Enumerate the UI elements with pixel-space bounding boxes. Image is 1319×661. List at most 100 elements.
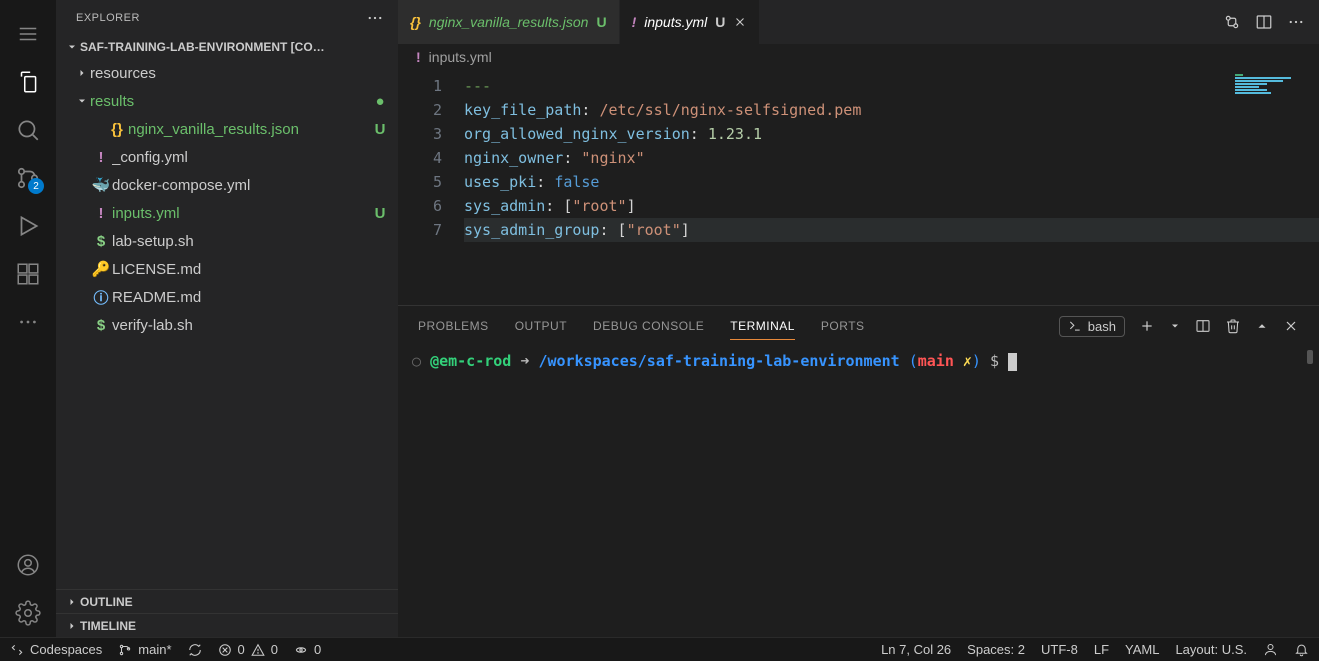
prompt-paren-open: (: [909, 352, 918, 370]
status-encoding[interactable]: UTF-8: [1041, 642, 1078, 657]
repo-section-header[interactable]: SAF-TRAINING-LAB-ENVIRONMENT [CO…: [56, 35, 398, 59]
status-lang[interactable]: YAML: [1125, 642, 1159, 657]
outline-label: OUTLINE: [80, 595, 390, 609]
folder-row[interactable]: results●: [56, 87, 398, 115]
settings-gear-icon[interactable]: [4, 589, 52, 637]
trash-icon[interactable]: [1225, 318, 1241, 334]
file-row[interactable]: $verify-lab.sh: [56, 311, 398, 339]
prompt-arrow: ➜: [520, 352, 529, 370]
timeline-section[interactable]: TIMELINE: [56, 613, 398, 637]
search-icon[interactable]: [4, 106, 52, 154]
status-spaces[interactable]: Spaces: 2: [967, 642, 1025, 657]
status-bar: Codespaces main* 0 0 0 Ln 7, Col 26 Spac…: [0, 637, 1319, 661]
terminal-scroll-indicator: [1307, 350, 1313, 364]
ports-count: 0: [314, 642, 321, 657]
file-row[interactable]: {}nginx_vanilla_results.jsonU: [56, 115, 398, 143]
compare-changes-icon[interactable]: [1223, 13, 1241, 31]
panel-tabs: PROBLEMS OUTPUT DEBUG CONSOLE TERMINAL PORTS…: [398, 306, 1319, 346]
more-icon[interactable]: [4, 298, 52, 346]
git-status: U: [596, 14, 606, 30]
prompt-user: @em-c-rod: [430, 352, 511, 370]
shell-icon: $: [90, 317, 112, 334]
new-terminal-icon[interactable]: [1139, 318, 1155, 334]
status-codespaces[interactable]: Codespaces: [10, 642, 102, 657]
code-line[interactable]: sys_admin_group: ["root"]: [464, 218, 1319, 242]
file-row[interactable]: ⓘREADME.md: [56, 283, 398, 311]
panel-tab-output[interactable]: OUTPUT: [515, 313, 567, 339]
terminal-cursor: [1008, 353, 1017, 371]
tab-label: nginx_vanilla_results.json: [429, 14, 589, 30]
code-line[interactable]: key_file_path: /etc/ssl/nginx-selfsigned…: [464, 98, 1319, 122]
status-problems[interactable]: 0 0: [218, 642, 278, 657]
panel-tab-ports[interactable]: PORTS: [821, 313, 865, 339]
status-layout[interactable]: Layout: U.S.: [1175, 642, 1247, 657]
code-line[interactable]: org_allowed_nginx_version: 1.23.1: [464, 122, 1319, 146]
file-row[interactable]: 🔑LICENSE.md: [56, 255, 398, 283]
file-row[interactable]: !inputs.ymlU: [56, 199, 398, 227]
account-icon[interactable]: [4, 541, 52, 589]
panel-tab-debug-console[interactable]: DEBUG CONSOLE: [593, 313, 704, 339]
info-icon: ⓘ: [90, 287, 112, 308]
file-tree: resourcesresults●{}nginx_vanilla_results…: [56, 59, 398, 589]
prompt-branch: main: [918, 352, 954, 370]
file-row[interactable]: $lab-setup.sh: [56, 227, 398, 255]
file-name: docker-compose.yml: [112, 177, 372, 194]
status-branch[interactable]: main*: [118, 642, 171, 657]
editor-body[interactable]: 1234567 ---key_file_path: /etc/ssl/nginx…: [398, 70, 1319, 305]
tab-label: inputs.yml: [644, 14, 707, 30]
file-name: _config.yml: [112, 149, 372, 166]
git-status: U: [372, 205, 388, 222]
sidebar-more-icon[interactable]: [366, 9, 384, 27]
terminal-dropdown-icon[interactable]: [1169, 320, 1181, 332]
status-bell-icon[interactable]: [1294, 642, 1309, 657]
split-terminal-icon[interactable]: [1195, 318, 1211, 334]
panel-tab-problems[interactable]: PROBLEMS: [418, 313, 489, 339]
shell-name: bash: [1088, 319, 1116, 334]
terminal-shell-selector[interactable]: bash: [1059, 316, 1125, 337]
folder-name: results: [90, 93, 372, 110]
json-icon: {}: [106, 121, 128, 138]
minimap[interactable]: [1235, 74, 1315, 104]
status-eol[interactable]: LF: [1094, 642, 1109, 657]
code-content[interactable]: ---key_file_path: /etc/ssl/nginx-selfsig…: [464, 70, 1319, 305]
folder-row[interactable]: resources: [56, 59, 398, 87]
repo-name: SAF-TRAINING-LAB-ENVIRONMENT [CO…: [80, 40, 390, 54]
terminal[interactable]: ○ @em-c-rod ➜ /workspaces/saf-training-l…: [398, 346, 1319, 637]
explorer-icon[interactable]: [4, 58, 52, 106]
file-name: verify-lab.sh: [112, 317, 372, 334]
chevron-down-icon: [74, 95, 90, 107]
status-cursor[interactable]: Ln 7, Col 26: [881, 642, 951, 657]
editor-tab[interactable]: {}nginx_vanilla_results.jsonU: [398, 0, 620, 44]
maximize-panel-icon[interactable]: [1255, 319, 1269, 333]
status-ports[interactable]: 0: [294, 642, 321, 657]
prompt-dirty: ✗: [963, 352, 972, 370]
source-control-icon[interactable]: 2: [4, 154, 52, 202]
code-line[interactable]: sys_admin: ["root"]: [464, 194, 1319, 218]
close-tab-icon[interactable]: [733, 15, 747, 29]
code-line[interactable]: uses_pki: false: [464, 170, 1319, 194]
code-line[interactable]: nginx_owner: "nginx": [464, 146, 1319, 170]
code-line[interactable]: ---: [464, 74, 1319, 98]
split-editor-icon[interactable]: [1255, 13, 1273, 31]
file-row[interactable]: 🐳docker-compose.yml: [56, 171, 398, 199]
branch-label: main*: [138, 642, 171, 657]
eol-label: LF: [1094, 642, 1109, 657]
yaml-icon: !: [90, 205, 112, 222]
menu-icon[interactable]: [4, 10, 52, 58]
outline-section[interactable]: OUTLINE: [56, 589, 398, 613]
tab-more-icon[interactable]: [1287, 13, 1305, 31]
file-row[interactable]: !_config.yml: [56, 143, 398, 171]
errors-count: 0: [238, 642, 245, 657]
run-debug-icon[interactable]: [4, 202, 52, 250]
status-feedback-icon[interactable]: [1263, 642, 1278, 657]
close-panel-icon[interactable]: [1283, 318, 1299, 334]
breadcrumbs[interactable]: ! inputs.yml: [398, 44, 1319, 70]
file-name: inputs.yml: [112, 205, 372, 222]
panel-tab-terminal[interactable]: TERMINAL: [730, 313, 795, 340]
status-sync[interactable]: [188, 643, 202, 657]
extensions-icon[interactable]: [4, 250, 52, 298]
bottom-panel: PROBLEMS OUTPUT DEBUG CONSOLE TERMINAL PORTS…: [398, 305, 1319, 637]
git-status: ●: [372, 93, 388, 110]
editor-tab[interactable]: !inputs.ymlU: [620, 0, 761, 44]
chevron-down-icon: [64, 41, 80, 53]
